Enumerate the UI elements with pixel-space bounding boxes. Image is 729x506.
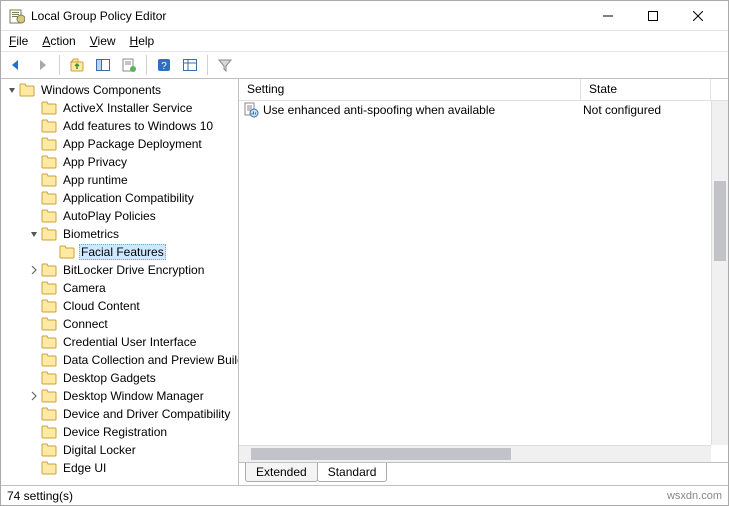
menu-help[interactable]: Help — [130, 34, 155, 48]
tree-item-label: Windows Components — [39, 82, 163, 98]
tree-item-label: AutoPlay Policies — [61, 208, 158, 224]
titlebar: Local Group Policy Editor — [1, 1, 728, 31]
statusbar: 74 setting(s) wsxdn.com — [1, 485, 728, 505]
watermark: wsxdn.com — [667, 490, 722, 502]
details-pane: Setting State — [239, 79, 728, 485]
tree-item[interactable]: Edge UI — [3, 459, 238, 477]
tree-item-label: Connect — [61, 316, 110, 332]
tree-item-label: Digital Locker — [61, 442, 138, 458]
filter-button[interactable] — [214, 54, 236, 76]
separator — [146, 55, 147, 75]
policy-setting-name: Use enhanced anti-spoofing when availabl… — [263, 103, 495, 117]
policy-icon — [243, 102, 259, 118]
expand-icon[interactable] — [5, 83, 19, 97]
tab-extended[interactable]: Extended — [245, 463, 318, 482]
up-button[interactable] — [66, 54, 88, 76]
tree-item-label: App Privacy — [61, 154, 129, 170]
menu-action[interactable]: Action — [42, 34, 75, 48]
content-area: Windows Components ActiveX Installer Serv… — [1, 79, 728, 485]
tree-item-label: Facial Features — [79, 244, 166, 260]
col-header-state[interactable]: State — [581, 79, 711, 100]
options-button[interactable] — [179, 54, 201, 76]
tree-item[interactable]: ActiveX Installer Service — [3, 99, 238, 117]
tree-item-label: Application Compatibility — [61, 190, 196, 206]
forward-button[interactable] — [31, 54, 53, 76]
collapse-icon[interactable] — [27, 227, 41, 241]
tree-item-label: Credential User Interface — [61, 334, 198, 350]
window-title: Local Group Policy Editor — [31, 9, 166, 23]
show-hide-tree-button[interactable] — [92, 54, 114, 76]
policy-state: Not configured — [581, 103, 711, 117]
tree-item[interactable]: AutoPlay Policies — [3, 207, 238, 225]
tree-item[interactable]: App runtime — [3, 171, 238, 189]
tree-item[interactable]: Add features to Windows 10 — [3, 117, 238, 135]
tree-pane: Windows Components ActiveX Installer Serv… — [1, 79, 239, 485]
tree-item[interactable]: App Package Deployment — [3, 135, 238, 153]
toolbar: ? — [1, 51, 728, 79]
tree-item-label: Add features to Windows 10 — [61, 118, 215, 134]
tree-item-label: Cloud Content — [61, 298, 142, 314]
tree-item[interactable]: Device and Driver Compatibility — [3, 405, 238, 423]
tree-item-label: Edge UI — [61, 460, 108, 476]
svg-text:?: ? — [161, 61, 167, 72]
view-tabs: Extended Standard — [239, 463, 728, 485]
tree-item[interactable]: Application Compatibility — [3, 189, 238, 207]
tree-item-label: Desktop Gadgets — [61, 370, 158, 386]
separator — [207, 55, 208, 75]
app-icon — [9, 8, 25, 24]
tree-item-label: Biometrics — [61, 226, 121, 242]
tree-item[interactable]: Digital Locker — [3, 441, 238, 459]
horizontal-scrollbar[interactable] — [239, 445, 711, 462]
menu-view[interactable]: View — [90, 34, 116, 48]
tree-item-label: Camera — [61, 280, 108, 296]
status-text: 74 setting(s) — [7, 489, 73, 503]
tree-item-label: Device and Driver Compatibility — [61, 406, 232, 422]
tab-standard[interactable]: Standard — [317, 463, 388, 482]
tree-item[interactable]: Camera — [3, 279, 238, 297]
tree[interactable]: Windows Components ActiveX Installer Serv… — [1, 79, 238, 485]
list-body: Use enhanced anti-spoofing when availabl… — [239, 101, 728, 445]
tree-item[interactable]: Connect — [3, 315, 238, 333]
tree-item[interactable]: Device Registration — [3, 423, 238, 441]
tree-item[interactable]: Desktop Gadgets — [3, 369, 238, 387]
tree-item-label: Desktop Window Manager — [61, 388, 206, 404]
tree-item-label: ActiveX Installer Service — [61, 100, 194, 116]
tree-item[interactable]: Biometrics — [3, 225, 238, 243]
tree-item-root[interactable]: Windows Components — [3, 81, 238, 99]
tree-item-label: App Package Deployment — [61, 136, 204, 152]
tree-item-label: Device Registration — [61, 424, 169, 440]
maximize-button[interactable] — [630, 1, 675, 30]
tree-item-label: BitLocker Drive Encryption — [61, 262, 206, 278]
expand-icon[interactable] — [27, 263, 41, 277]
vertical-scrollbar[interactable] — [711, 101, 728, 445]
separator — [59, 55, 60, 75]
back-button[interactable] — [5, 54, 27, 76]
menubar: File Action View Help — [1, 31, 728, 51]
tree-item-label: App runtime — [61, 172, 130, 188]
tree-item[interactable]: BitLocker Drive Encryption — [3, 261, 238, 279]
minimize-button[interactable] — [585, 1, 630, 30]
expand-icon[interactable] — [27, 389, 41, 403]
properties-button[interactable] — [118, 54, 140, 76]
list-header: Setting State — [239, 79, 728, 101]
help-button[interactable]: ? — [153, 54, 175, 76]
tree-item[interactable]: Desktop Window Manager — [3, 387, 238, 405]
tree-item[interactable]: Data Collection and Preview Build — [3, 351, 238, 369]
close-button[interactable] — [675, 1, 720, 30]
settings-list: Setting State — [239, 79, 728, 463]
menu-file[interactable]: File — [9, 34, 28, 48]
tree-item[interactable]: Cloud Content — [3, 297, 238, 315]
policy-row[interactable]: Use enhanced anti-spoofing when availabl… — [239, 101, 728, 119]
tree-item[interactable]: Credential User Interface — [3, 333, 238, 351]
col-header-setting[interactable]: Setting — [239, 79, 581, 100]
tree-item[interactable]: App Privacy — [3, 153, 238, 171]
tree-item[interactable]: Facial Features — [3, 243, 238, 261]
tree-item-label: Data Collection and Preview Build — [61, 352, 238, 368]
